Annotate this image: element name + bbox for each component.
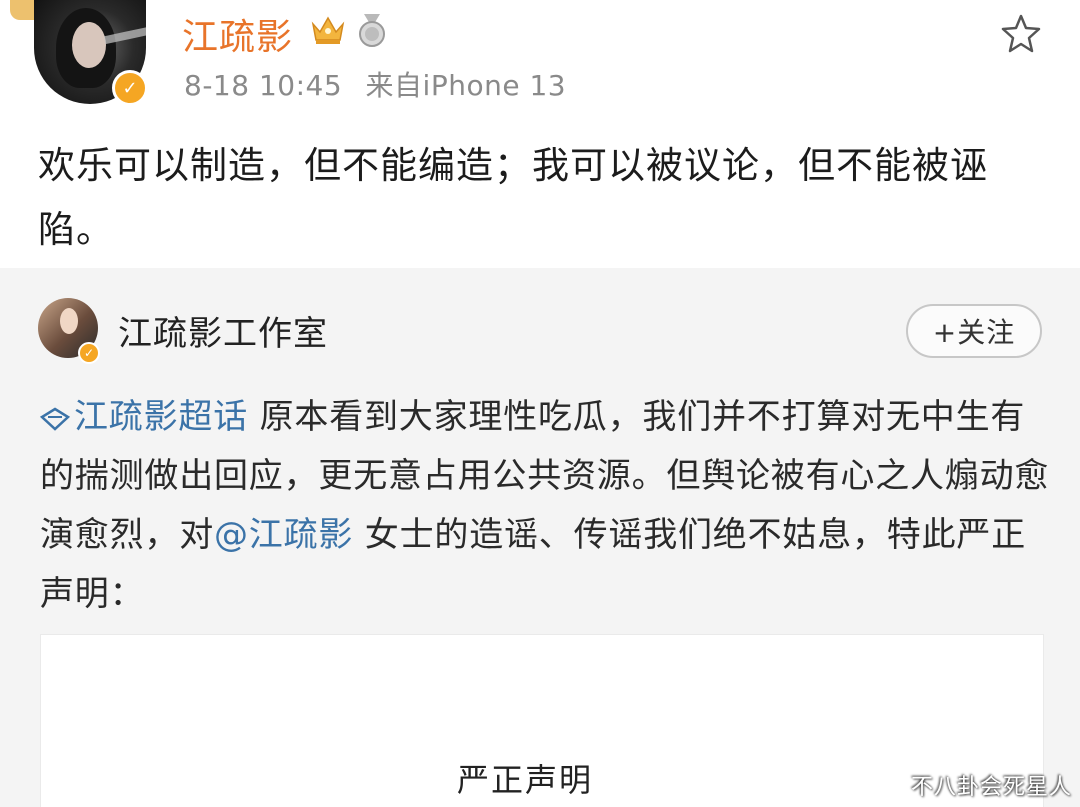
- crown-icon: [311, 16, 345, 44]
- reposted-card[interactable]: ✓ 江疏影工作室 +关注 江疏影超话 原本看到大家理性吃瓜，我们并不打算对无中生…: [0, 268, 1080, 807]
- statement-title: 严正声明: [457, 761, 594, 799]
- topic-link[interactable]: 江疏影超话: [74, 397, 248, 437]
- verified-icon: ✓: [78, 342, 100, 364]
- avatar-face: [72, 22, 106, 68]
- post-time: 8-18 10:45: [184, 69, 343, 102]
- topic-diamond-icon: [40, 407, 70, 431]
- post-text: 欢乐可以制造，但不能编造；我可以被议论，但不能被诬陷。: [38, 144, 988, 251]
- star-icon[interactable]: [1000, 12, 1042, 54]
- original-post: ✓ 江疏影 8-18 10:45 来自iPhone 13 欢乐可以制造，但不能编…: [0, 0, 1080, 268]
- verified-icon: ✓: [112, 70, 148, 106]
- username[interactable]: 江疏影: [182, 8, 293, 60]
- medal-icon: [359, 14, 385, 47]
- repost-avatar-face: [60, 308, 78, 334]
- statement-image[interactable]: 严正声明: [40, 634, 1044, 807]
- follow-button[interactable]: +关注: [906, 304, 1042, 358]
- mention-link[interactable]: @江疏影: [214, 515, 353, 555]
- repost-text: 江疏影超话 原本看到大家理性吃瓜，我们并不打算对无中生有的揣测做出回应，更无意占…: [40, 388, 1050, 624]
- repost-author[interactable]: 江疏影工作室: [118, 306, 328, 355]
- watermark: 不八卦会死星人: [910, 775, 1072, 800]
- post-meta: 8-18 10:45 来自iPhone 13: [184, 64, 580, 104]
- post-source: 来自iPhone 13: [365, 69, 567, 102]
